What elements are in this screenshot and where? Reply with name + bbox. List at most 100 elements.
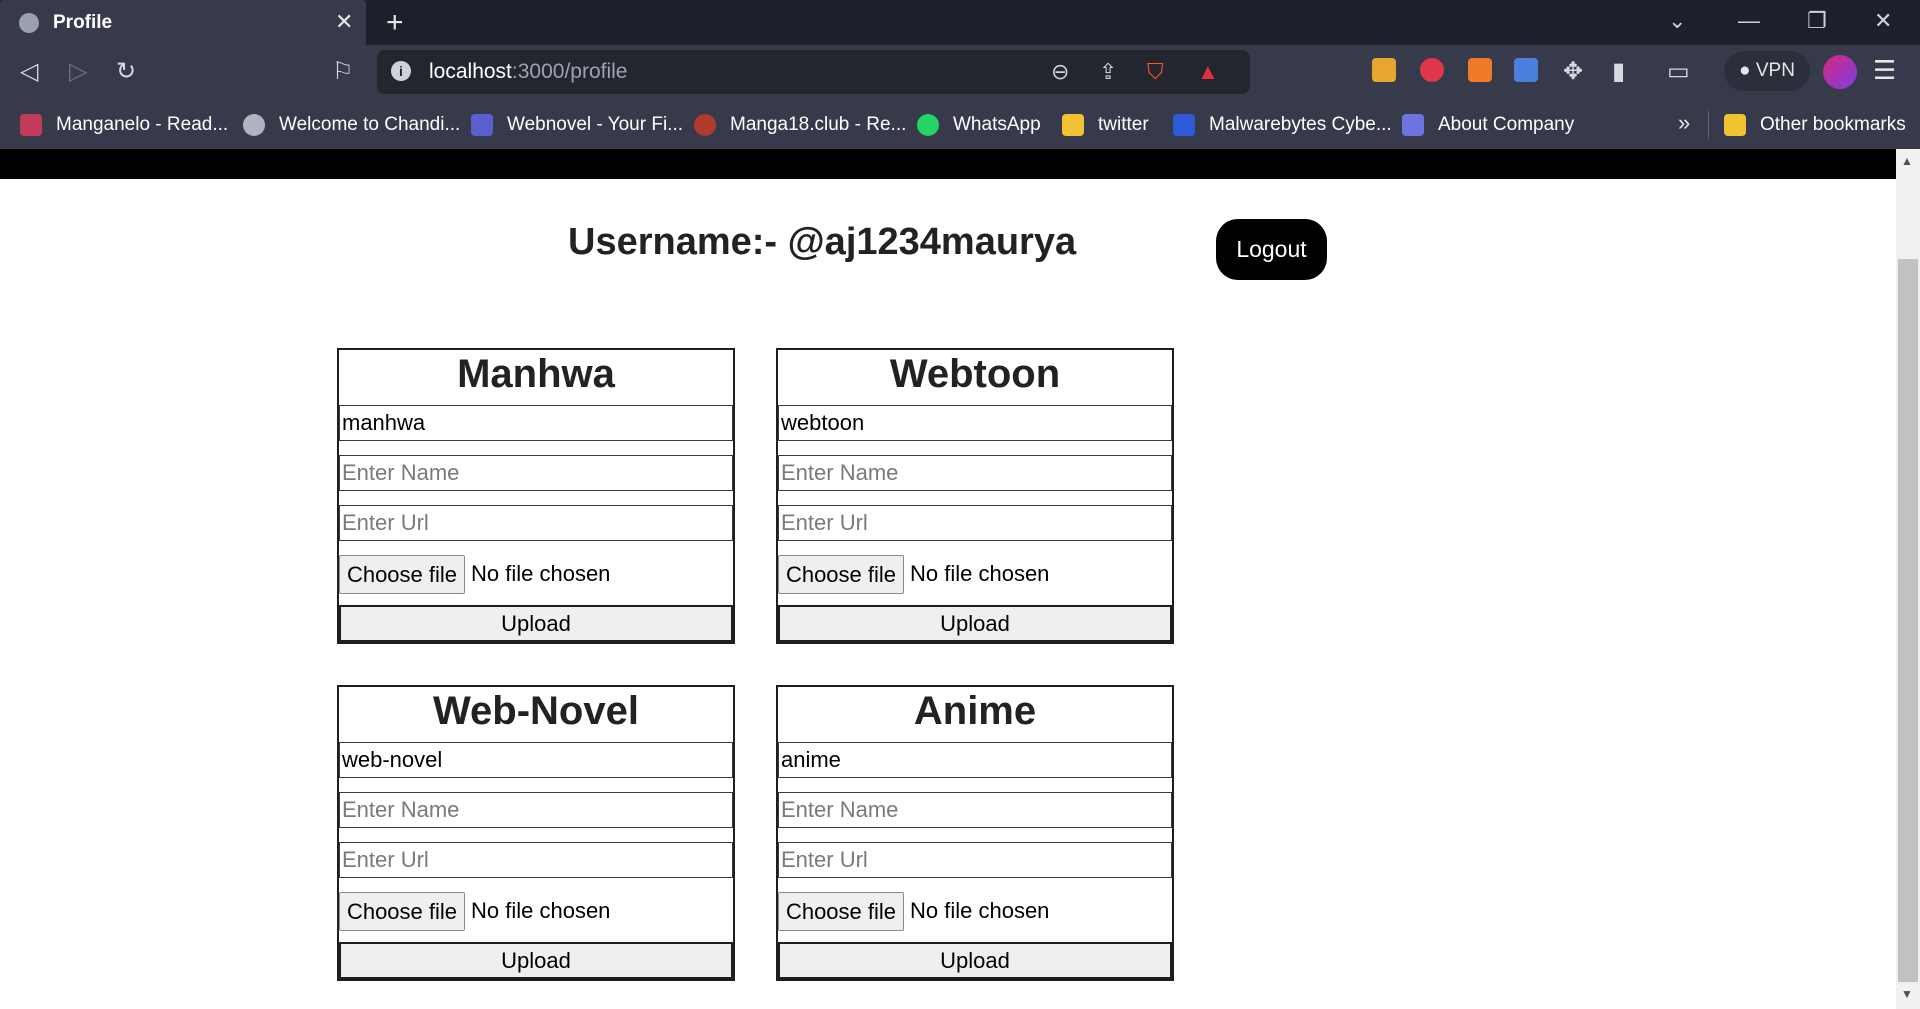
zoom-icon[interactable]: ⊖ <box>1051 59 1069 85</box>
card-title: Anime <box>913 689 1037 733</box>
upload-button[interactable]: Upload <box>339 605 733 642</box>
name-input[interactable] <box>778 455 1172 491</box>
site-info-icon[interactable]: i <box>391 61 411 81</box>
bookmark-item[interactable]: Malwarebytes Cybe... <box>1173 100 1392 149</box>
minimize-icon[interactable]: — <box>1738 8 1760 34</box>
card-title: Manhwa <box>457 352 615 396</box>
translate-extension-icon[interactable] <box>1514 58 1538 82</box>
choose-file-button[interactable]: Choose file <box>778 555 904 594</box>
upload-card-manhwa: Manhwa Choose file No file chosen Upload <box>337 348 735 644</box>
more-bookmarks-icon[interactable]: » <box>1678 110 1690 136</box>
tab-profile[interactable]: Profile ✕ <box>0 0 366 45</box>
bookmark-item[interactable]: About Company <box>1402 100 1574 149</box>
wallet-icon[interactable]: ▭ <box>1667 57 1690 86</box>
extensions-puzzle-icon[interactable]: ✥ <box>1563 57 1583 86</box>
url-input[interactable] <box>339 842 733 878</box>
manganelo-icon <box>20 113 42 136</box>
reload-icon[interactable]: ↻ <box>116 57 136 86</box>
forward-icon[interactable]: ▷ <box>69 57 87 86</box>
upload-card-webtoon: Webtoon Choose file No file chosen Uploa… <box>776 348 1174 644</box>
url-text[interactable]: localhost:3000/profile <box>429 60 627 84</box>
name-input[interactable] <box>339 455 733 491</box>
bookmark-item[interactable]: Welcome to Chandi... <box>243 100 460 149</box>
file-status: No file chosen <box>471 898 611 923</box>
profile-avatar[interactable] <box>1823 55 1857 89</box>
globe-icon <box>19 13 39 33</box>
name-input[interactable] <box>778 792 1172 828</box>
close-window-icon[interactable]: ✕ <box>1874 8 1892 34</box>
page-viewport: Username:- @aj1234maurya Logout Manhwa C… <box>0 149 1920 1009</box>
scroll-up-icon[interactable]: ▲ <box>1901 154 1913 168</box>
logout-button[interactable]: Logout <box>1216 219 1327 280</box>
tab-search-chevron-icon[interactable]: ⌄ <box>1668 8 1686 34</box>
vpn-status-dot-icon: ● <box>1739 60 1751 81</box>
url-input[interactable] <box>778 842 1172 878</box>
bookmarks-bar: Manganelo - Read... Welcome to Chandi...… <box>0 100 1920 149</box>
browser-toolbar: ◁ ▷ ↻ ⚐ i localhost:3000/profile ⊖ ⇪ ⛉ ▲… <box>0 45 1920 100</box>
category-field[interactable] <box>339 405 733 441</box>
scrollbar-thumb[interactable] <box>1898 259 1918 982</box>
globe-icon <box>243 113 265 136</box>
tab-bar: Profile ✕ + ⌄ — ❐ ✕ <box>0 0 1920 45</box>
choose-file-button[interactable]: Choose file <box>778 892 904 931</box>
vpn-button[interactable]: ● VPN <box>1724 51 1810 91</box>
bookmark-item[interactable]: twitter <box>1062 100 1149 149</box>
folder-icon <box>1724 113 1746 136</box>
bookmark-label: Welcome to Chandi... <box>279 113 461 135</box>
upload-card-anime: Anime Choose file No file chosen Upload <box>776 685 1174 981</box>
medal-extension-icon[interactable] <box>1372 58 1396 82</box>
bookmarks-divider <box>1708 111 1709 139</box>
upload-button[interactable]: Upload <box>339 942 733 979</box>
bookmark-label: Manganelo - Read... <box>56 113 229 135</box>
file-status: No file chosen <box>910 561 1050 586</box>
username-heading: Username:- @aj1234maurya <box>568 221 1077 263</box>
bookmark-label: Manga18.club - Re... <box>730 113 907 135</box>
restore-icon[interactable]: ❐ <box>1807 8 1827 34</box>
card-title: Webtoon <box>889 352 1061 396</box>
share-icon[interactable]: ⇪ <box>1099 59 1117 85</box>
bookmark-label: Malwarebytes Cybe... <box>1209 113 1392 135</box>
choose-file-button[interactable]: Choose file <box>339 555 465 594</box>
extension-red-icon[interactable] <box>1420 58 1444 82</box>
menu-icon[interactable]: ☰ <box>1873 55 1896 86</box>
name-input[interactable] <box>339 792 733 828</box>
brave-shield-icon[interactable]: ⛉ <box>1147 59 1164 85</box>
malwarebytes-icon <box>1173 113 1195 136</box>
category-field[interactable] <box>778 742 1172 778</box>
sidebar-icon[interactable]: ▮ <box>1612 57 1625 86</box>
url-input[interactable] <box>339 505 733 541</box>
url-input[interactable] <box>778 505 1172 541</box>
upload-button[interactable]: Upload <box>778 605 1172 642</box>
manga18-icon <box>694 113 716 136</box>
category-field[interactable] <box>339 742 733 778</box>
header-bar <box>0 149 1896 179</box>
upload-card-web-novel: Web-Novel Choose file No file chosen Upl… <box>337 685 735 981</box>
category-field[interactable] <box>778 405 1172 441</box>
about-company-icon <box>1402 113 1424 136</box>
close-tab-icon[interactable]: ✕ <box>335 9 353 35</box>
choose-file-button[interactable]: Choose file <box>339 892 465 931</box>
bookmark-item[interactable]: Manga18.club - Re... <box>694 100 906 149</box>
whatsapp-icon <box>917 113 939 136</box>
bookmark-label: About Company <box>1438 113 1575 135</box>
new-tab-icon[interactable]: + <box>386 6 404 40</box>
bookmark-label: Webnovel - Your Fi... <box>507 113 684 135</box>
upload-button[interactable]: Upload <box>778 942 1172 979</box>
other-bookmarks[interactable]: Other bookmarks <box>1724 100 1906 149</box>
vpn-label: VPN <box>1755 60 1795 81</box>
other-bookmarks-label: Other bookmarks <box>1760 113 1906 135</box>
bookmark-item[interactable]: Webnovel - Your Fi... <box>471 100 683 149</box>
bookmark-item[interactable]: WhatsApp <box>917 100 1041 149</box>
file-status: No file chosen <box>910 898 1050 923</box>
bookmark-icon[interactable]: ⚐ <box>332 57 354 86</box>
file-status: No file chosen <box>471 561 611 586</box>
tab-title: Profile <box>53 12 113 33</box>
brave-rewards-icon[interactable]: ▲ <box>1197 59 1219 85</box>
bookmark-item[interactable]: Manganelo - Read... <box>20 100 228 149</box>
card-title: Web-Novel <box>433 689 639 733</box>
bookmark-label: WhatsApp <box>953 113 1041 135</box>
address-bar[interactable]: i localhost:3000/profile ⊖ ⇪ ⛉ ▲ <box>377 50 1250 94</box>
extension-orange-icon[interactable] <box>1468 58 1492 82</box>
back-icon[interactable]: ◁ <box>20 57 38 86</box>
scroll-down-icon[interactable]: ▼ <box>1901 987 1913 1001</box>
